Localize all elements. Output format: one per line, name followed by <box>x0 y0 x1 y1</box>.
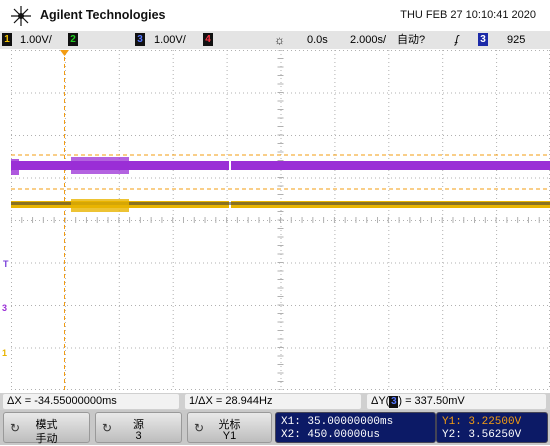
cursor-x1-readout: X1: 35.00000000ms <box>281 416 394 428</box>
trigger-position-icon <box>60 50 69 56</box>
mode-value: 手动 <box>35 433 58 445</box>
delta-y-value: ) = 337.50mV <box>398 395 465 407</box>
waveform-graticule <box>10 49 550 391</box>
channel-1-indicator[interactable]: 1 <box>2 33 12 46</box>
horizontal-delay: 0.0s <box>307 34 328 46</box>
inverse-delta-x-readout: 1/ΔX = 28.944Hz <box>185 394 361 409</box>
trigger-level-marker: T <box>3 259 9 269</box>
cursor-value: Y1 <box>222 430 237 442</box>
mode-softkey[interactable]: ↻ 模式 手动 <box>3 412 90 445</box>
cursor-y1-readout: Y1: 3.22500V <box>442 416 522 428</box>
run-status-icon: ☼ <box>274 33 285 47</box>
header: Agilent Technologies THU FEB 27 10:10:41… <box>0 0 550 31</box>
source-value: 3 <box>135 430 142 442</box>
cursor-softkey[interactable]: ↻ 光标 Y1 <box>187 412 272 443</box>
trigger-mode: 自动? <box>397 34 426 46</box>
measurement-bar: ΔX = -34.55000000ms 1/ΔX = 28.944Hz ΔY(3… <box>0 393 550 410</box>
channel-2-indicator[interactable]: 2 <box>68 33 78 46</box>
cursor-y2-readout: Y2: 3.56250V <box>442 429 522 441</box>
graticule-grid <box>10 49 550 391</box>
oscilloscope-screen: Agilent Technologies THU FEB 27 10:10:41… <box>0 0 550 445</box>
channel-4-indicator[interactable]: 4 <box>203 33 213 46</box>
delta-y-label: ΔY( <box>371 395 390 407</box>
date-time: THU FEB 27 10:10:41 2020 <box>400 9 536 21</box>
timebase-scale: 2.000s/ <box>350 34 387 46</box>
brand-name: Agilent Technologies <box>40 8 166 22</box>
trigger-level: 925 <box>507 34 526 46</box>
delta-y-channel: 3 <box>389 396 399 408</box>
softkey-bar: ↻ 模式 手动 ↻ 源 3 ↻ 光标 Y1 X1: 35.00000000ms … <box>0 410 550 445</box>
channel-3-indicator[interactable]: 3 <box>135 33 145 46</box>
agilent-spark-logo-icon <box>11 6 31 26</box>
trigger-source: 3 <box>478 33 488 46</box>
channel-3-ground-marker: 3 <box>2 303 8 313</box>
x-cursor-panel: X1: 35.00000000ms X2: 450.00000us <box>275 412 436 443</box>
status-bar: 1 1.00V/ 2 3 1.00V/ 4 ☼ 0.0s 2.000s/ 自动?… <box>0 31 550 49</box>
delta-x-readout: ΔX = -34.55000000ms <box>3 394 179 409</box>
channel-3-trace <box>11 157 550 175</box>
trigger-edge-icon: ʄ <box>455 34 459 46</box>
channel-1-scale: 1.00V/ <box>20 34 52 46</box>
source-softkey[interactable]: ↻ 源 3 <box>95 412 182 443</box>
y-cursor-panel: Y1: 3.22500V Y2: 3.56250V <box>436 412 548 443</box>
delta-y-readout: ΔY(3) = 337.50mV <box>367 394 546 409</box>
channel-3-scale: 1.00V/ <box>154 34 186 46</box>
channel-1-ground-marker: 1 <box>2 348 8 358</box>
waveform-display[interactable] <box>10 49 550 391</box>
cursor-x2-readout: X2: 450.00000us <box>281 429 381 441</box>
